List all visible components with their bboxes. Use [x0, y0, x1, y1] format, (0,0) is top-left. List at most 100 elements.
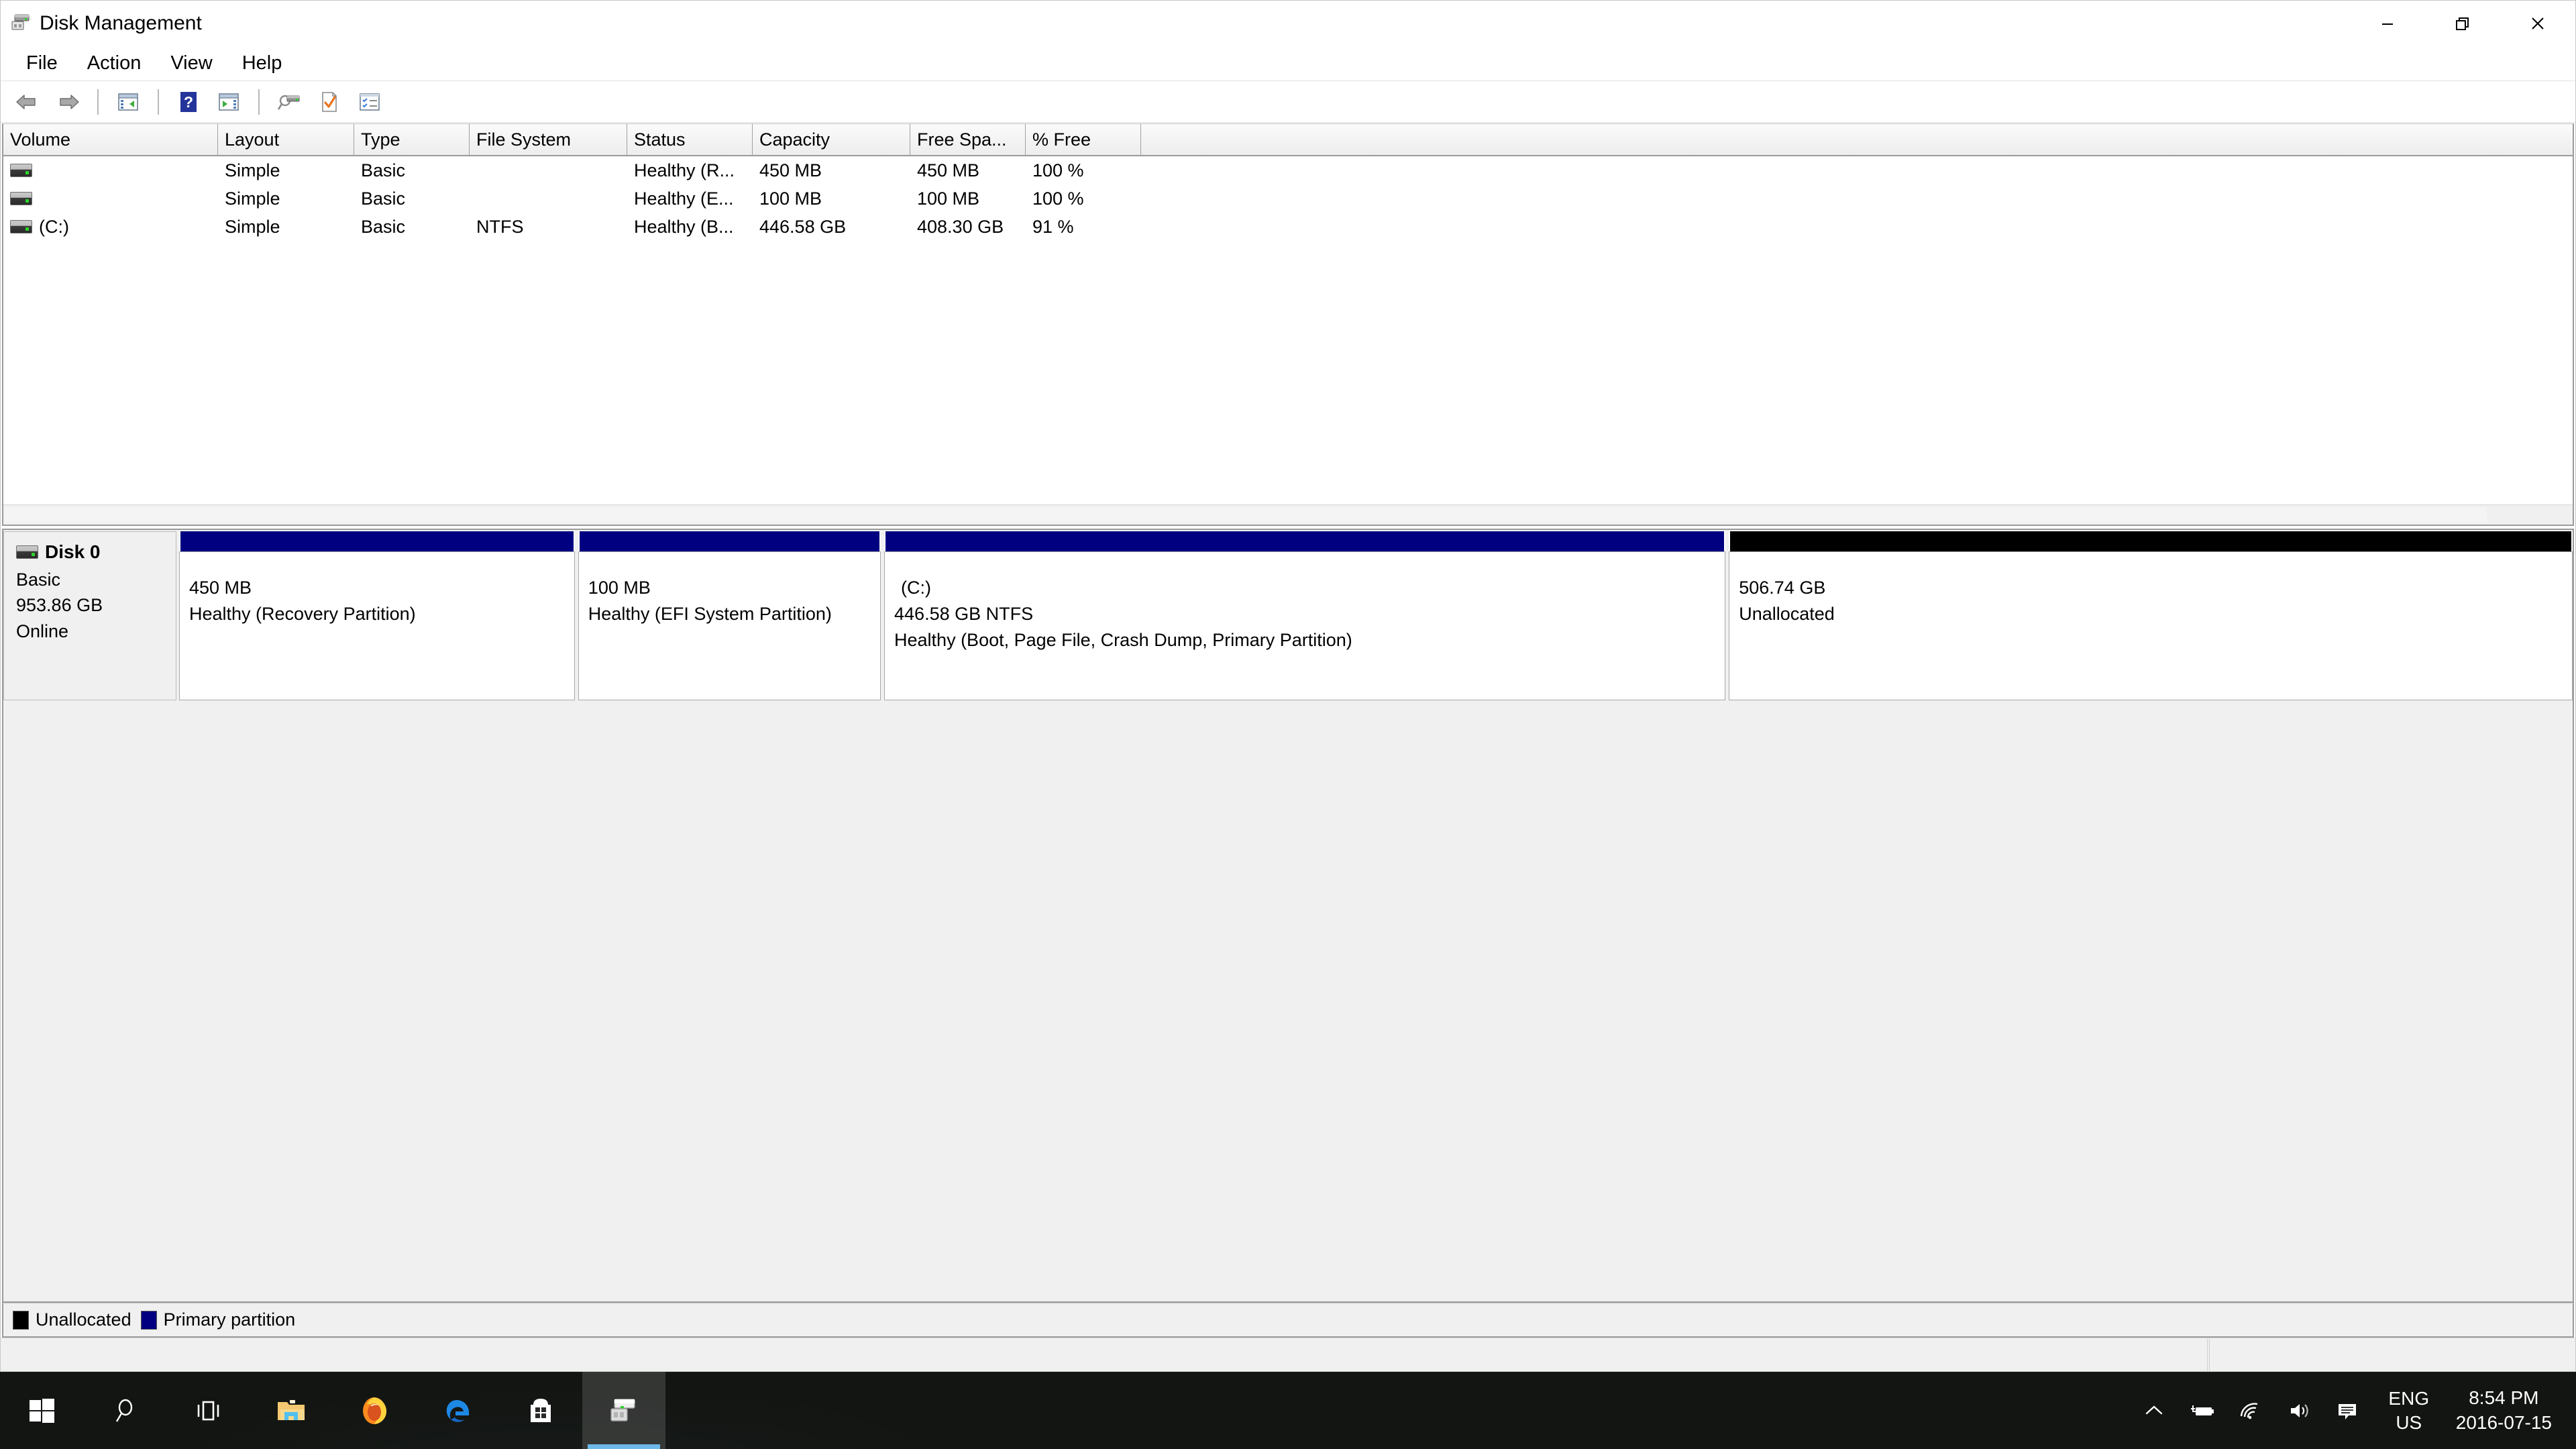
disk-size: 953.86 GB: [16, 595, 103, 616]
forward-arrow-icon[interactable]: [49, 85, 87, 119]
column-header-volume[interactable]: Volume: [3, 124, 218, 156]
partition-body: 506.74 GB Unallocated: [1729, 551, 2573, 700]
column-header-file-system[interactable]: File System: [470, 124, 627, 156]
properties-icon[interactable]: [311, 85, 348, 119]
close-button[interactable]: [2500, 1, 2575, 46]
cell-free-space: 100 MB: [917, 188, 980, 209]
action-center-icon[interactable]: [2323, 1372, 2371, 1449]
disk-management-window: Disk Management File Action View Help ? …: [0, 0, 2576, 1372]
file-explorer-icon[interactable]: [250, 1372, 333, 1449]
window-controls: [2350, 1, 2575, 46]
menu-item-action[interactable]: Action: [72, 50, 156, 77]
legend-label-unallocated: Unallocated: [36, 1309, 131, 1330]
status-bar: [1, 1338, 2575, 1371]
volume-list-pane: Volume Layout Type File System Status Ca…: [2, 123, 2574, 526]
column-header-free-space[interactable]: Free Spa...: [910, 124, 1026, 156]
help-icon[interactable]: ?: [170, 85, 207, 119]
column-header-layout[interactable]: Layout: [218, 124, 354, 156]
column-header-status[interactable]: Status: [627, 124, 753, 156]
toolbar: ?: [1, 81, 2575, 123]
partition-recovery[interactable]: 450 MB Healthy (Recovery Partition): [179, 531, 575, 700]
cell-volume: [3, 164, 218, 177]
restore-button[interactable]: [2425, 1, 2500, 46]
table-row[interactable]: Simple Basic Healthy (R... 450 MB 450 MB…: [3, 156, 2573, 184]
clock[interactable]: 8:54 PM 2016-07-15: [2447, 1372, 2569, 1449]
partition-unallocated[interactable]: 506.74 GB Unallocated: [1729, 531, 2573, 700]
show-console-tree-icon[interactable]: [109, 85, 147, 119]
search-icon[interactable]: [83, 1372, 166, 1449]
legend: Unallocated Primary partition: [2, 1303, 2574, 1338]
back-arrow-icon[interactable]: [9, 85, 46, 119]
show-action-pane-icon[interactable]: [210, 85, 248, 119]
column-header-type[interactable]: Type: [354, 124, 470, 156]
table-row[interactable]: Simple Basic Healthy (E... 100 MB 100 MB…: [3, 184, 2573, 213]
menu-item-view[interactable]: View: [156, 50, 227, 77]
firefox-icon[interactable]: [333, 1372, 416, 1449]
cell-status: Healthy (E...: [634, 188, 734, 209]
scrollbar-thumb[interactable]: [5, 507, 2487, 522]
drive-icon: [16, 545, 38, 559]
disk-management-taskbar-icon[interactable]: [582, 1372, 665, 1449]
system-tray: ENG US 8:54 PM 2016-07-15: [2130, 1372, 2576, 1449]
legend-entry-unallocated: Unallocated: [13, 1309, 131, 1330]
start-button[interactable]: [0, 1372, 83, 1449]
partition-status: Unallocated: [1739, 604, 1835, 625]
partition-color-bar: [884, 531, 1726, 551]
cell-status: Healthy (B...: [634, 216, 734, 237]
show-hidden-icons-chevron[interactable]: [2130, 1372, 2178, 1449]
cell-free-space: 450 MB: [917, 160, 980, 180]
cell-free-space: 408.30 GB: [917, 216, 1004, 237]
wifi-icon[interactable]: [2226, 1372, 2275, 1449]
window-title: Disk Management: [40, 12, 202, 34]
cell-type: Basic: [361, 216, 406, 237]
disk-type: Basic: [16, 570, 61, 590]
cell-status: Healthy (R...: [634, 160, 735, 180]
legend-entry-primary-partition: Primary partition: [140, 1309, 295, 1330]
title-bar: Disk Management: [1, 1, 2575, 46]
cell-layout: Simple: [225, 216, 280, 237]
volume-icon[interactable]: [2275, 1372, 2323, 1449]
rescan-disks-icon[interactable]: [270, 85, 308, 119]
language-indicator[interactable]: ENG US: [2371, 1372, 2447, 1449]
partition-label: (C:): [901, 578, 931, 598]
volume-list-header: Volume Layout Type File System Status Ca…: [3, 124, 2573, 156]
drive-icon: [10, 164, 32, 177]
column-header-filler: [1141, 124, 2573, 156]
disk-name: Disk 0: [45, 541, 101, 562]
cell-type: Basic: [361, 188, 406, 209]
volume-list-rows: Simple Basic Healthy (R... 450 MB 450 MB…: [3, 156, 2573, 504]
partition-size: 446.58 GB NTFS: [894, 604, 1034, 625]
legend-swatch-primary-partition: [140, 1310, 157, 1330]
cell-capacity: 450 MB: [759, 160, 822, 180]
table-row[interactable]: (C:) Simple Basic NTFS Healthy (B... 446…: [3, 213, 2573, 241]
toolbar-separator: [258, 89, 260, 115]
cell-layout: Simple: [225, 160, 280, 180]
cell-volume: [3, 192, 218, 205]
disk-row-0: Disk 0 Basic 953.86 GB Online 450 MB Hea…: [3, 531, 2573, 700]
cell-type: Basic: [361, 160, 406, 180]
edge-icon[interactable]: [416, 1372, 499, 1449]
microsoft-store-icon[interactable]: [499, 1372, 582, 1449]
menu-item-help[interactable]: Help: [227, 50, 297, 77]
battery-icon[interactable]: [2178, 1372, 2226, 1449]
partition-size: 100 MB: [588, 578, 651, 598]
toolbar-separator: [97, 89, 99, 115]
volume-list-horizontal-scrollbar[interactable]: [3, 504, 2573, 525]
partition-efi[interactable]: 100 MB Healthy (EFI System Partition): [578, 531, 881, 700]
column-header-percent-free[interactable]: % Free: [1026, 124, 1141, 156]
partition-color-bar: [179, 531, 575, 551]
cell-capacity: 446.58 GB: [759, 216, 847, 237]
disk-info-panel[interactable]: Disk 0 Basic 953.86 GB Online: [3, 531, 176, 700]
partition-c-drive[interactable]: (C:) 446.58 GB NTFS Healthy (Boot, Page …: [884, 531, 1726, 700]
task-view-icon[interactable]: [166, 1372, 250, 1449]
menu-item-file[interactable]: File: [11, 50, 72, 77]
disk-graphical-pane: Disk 0 Basic 953.86 GB Online 450 MB Hea…: [2, 529, 2574, 1303]
legend-swatch-unallocated: [13, 1310, 29, 1330]
column-header-capacity[interactable]: Capacity: [753, 124, 910, 156]
action-list-icon[interactable]: [351, 85, 388, 119]
svg-text:?: ?: [184, 93, 193, 111]
partition-color-bar: [578, 531, 881, 551]
minimize-button[interactable]: [2350, 1, 2425, 46]
partition-status: Healthy (Boot, Page File, Crash Dump, Pr…: [894, 630, 1352, 651]
cell-layout: Simple: [225, 188, 280, 209]
